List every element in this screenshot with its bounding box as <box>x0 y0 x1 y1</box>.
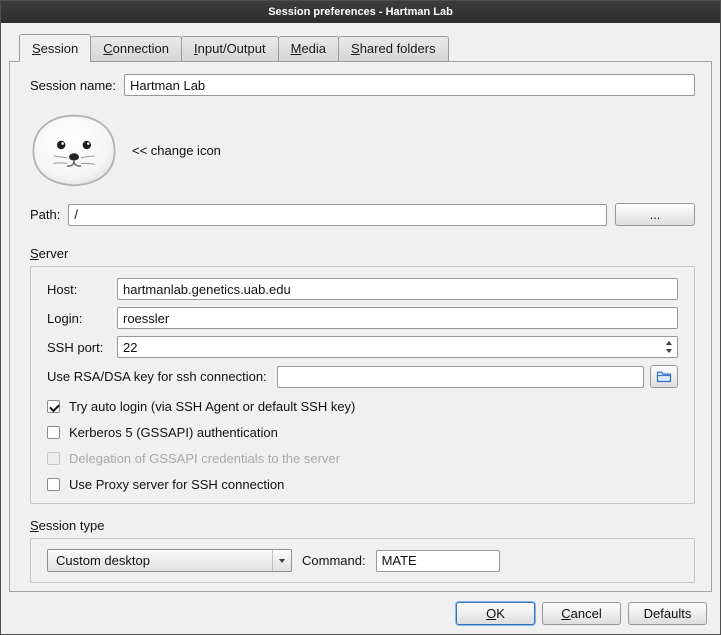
session-type-select[interactable]: Custom desktop <box>47 549 292 572</box>
gssapi-delegation-label: Delegation of GSSAPI credentials to the … <box>69 451 340 466</box>
session-name-label: Session name: <box>30 78 116 93</box>
command-input[interactable] <box>376 550 500 572</box>
window-title: Session preferences - Hartman Lab <box>268 6 453 18</box>
login-input[interactable] <box>117 307 678 329</box>
tab-session[interactable]: Session <box>19 34 91 62</box>
ok-button[interactable]: OK <box>456 602 535 625</box>
ssh-port-label: SSH port: <box>47 340 109 355</box>
host-input[interactable] <box>117 278 678 300</box>
path-row: Path: ... <box>30 203 695 226</box>
chevron-down-icon <box>279 559 285 563</box>
session-type-value: Custom desktop <box>56 553 268 568</box>
path-input[interactable] <box>68 204 607 226</box>
tab-shared-folders[interactable]: Shared folders <box>338 36 449 62</box>
browse-path-button[interactable]: ... <box>615 203 695 226</box>
defaults-button[interactable]: Defaults <box>628 602 707 625</box>
auto-login-checkbox <box>47 400 60 413</box>
host-row: Host: <box>47 278 678 300</box>
session-type-group-label: Session type <box>30 518 695 533</box>
session-name-input[interactable] <box>124 74 695 96</box>
host-label: Host: <box>47 282 109 297</box>
session-preferences-dialog: Session preferences - Hartman Lab Sessio… <box>0 0 721 635</box>
login-row: Login: <box>47 307 678 329</box>
proxy-checkbox <box>47 478 60 491</box>
session-seal-icon[interactable] <box>30 112 118 189</box>
browse-key-button[interactable] <box>650 365 678 388</box>
server-group-label: Server <box>30 246 695 261</box>
change-icon-hint: << change icon <box>132 143 221 158</box>
spin-down-button[interactable] <box>660 349 677 353</box>
server-group: Host: Login: SSH port: Use RSA/DSA k <box>30 266 695 504</box>
checkbox-kerberos[interactable]: Kerberos 5 (GSSAPI) authentication <box>47 425 678 440</box>
path-label: Path: <box>30 207 60 222</box>
gssapi-delegation-checkbox <box>47 452 60 465</box>
tab-input-output[interactable]: Input/Output <box>181 36 279 62</box>
tab-connection[interactable]: Connection <box>90 36 182 62</box>
spin-up-button[interactable] <box>660 341 677 345</box>
auto-login-label: Try auto login (via SSH Agent or default… <box>69 399 355 414</box>
proxy-label: Use Proxy server for SSH connection <box>69 477 284 492</box>
combo-arrow-zone <box>272 550 291 571</box>
kerberos-label: Kerberos 5 (GSSAPI) authentication <box>69 425 278 440</box>
session-tab-panel: Session name: <box>9 61 712 592</box>
triangle-down-icon <box>666 349 672 353</box>
session-name-row: Session name: <box>30 74 695 96</box>
spin-buttons <box>660 337 677 357</box>
titlebar[interactable]: Session preferences - Hartman Lab <box>1 1 720 23</box>
session-type-row: Custom desktop Command: <box>47 549 678 572</box>
login-label: Login: <box>47 311 109 326</box>
rsa-key-row: Use RSA/DSA key for ssh connection: <box>47 365 678 388</box>
kerberos-checkbox <box>47 426 60 439</box>
rsa-key-label: Use RSA/DSA key for ssh connection: <box>47 369 267 384</box>
tab-media[interactable]: Media <box>278 36 339 62</box>
checkbox-gssapi-delegation: Delegation of GSSAPI credentials to the … <box>47 451 678 466</box>
seal-icon <box>30 112 118 189</box>
checkbox-proxy[interactable]: Use Proxy server for SSH connection <box>47 477 678 492</box>
session-type-group: Custom desktop Command: <box>30 538 695 583</box>
ssh-port-input[interactable] <box>117 336 678 358</box>
cancel-button[interactable]: Cancel <box>542 602 621 625</box>
command-label: Command: <box>302 553 366 568</box>
folder-icon <box>656 370 672 383</box>
ssh-port-row: SSH port: <box>47 336 678 358</box>
checkbox-auto-login[interactable]: Try auto login (via SSH Agent or default… <box>47 399 678 414</box>
rsa-key-input[interactable] <box>277 366 644 388</box>
session-icon-row: << change icon <box>30 112 695 189</box>
triangle-up-icon <box>666 341 672 345</box>
tab-bar: Session Connection Input/Output Media Sh… <box>1 23 720 61</box>
dialog-footer: OK Cancel Defaults <box>1 592 720 634</box>
ssh-port-spinbox <box>117 336 678 358</box>
